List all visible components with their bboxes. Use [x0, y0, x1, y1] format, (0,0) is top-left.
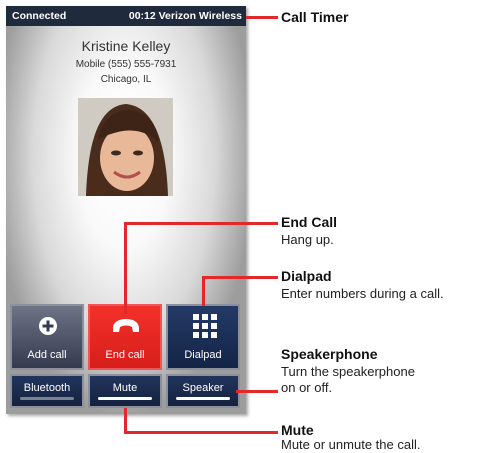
status-bar: Connected 00:12 Verizon Wireless: [6, 6, 246, 26]
add-call-label: Add call: [27, 349, 67, 361]
speaker-button[interactable]: Speaker: [166, 374, 240, 408]
bluetooth-button[interactable]: Bluetooth: [10, 374, 84, 408]
call-timer-carrier: 00:12 Verizon Wireless: [128, 10, 242, 22]
plus-icon: [39, 317, 57, 335]
dialpad-label: Dialpad: [184, 349, 222, 361]
end-call-callout-title: End Call: [281, 214, 338, 230]
caller-number: Mobile (555) 555-7931: [75, 59, 177, 70]
call-timer-callout-line: [246, 16, 278, 19]
caller-photo: [78, 98, 173, 196]
bluetooth-label: Bluetooth: [23, 382, 71, 394]
end-call-callout-desc: Hang up.: [281, 232, 334, 247]
caller-city: Chicago, IL: [100, 74, 152, 85]
hang-up-icon: [113, 319, 139, 332]
speaker-label: Speaker: [182, 382, 224, 394]
mute-label: Mute: [112, 382, 138, 394]
mute-callout-desc: Mute or unmute the call.: [281, 437, 421, 452]
mute-button[interactable]: Mute: [88, 374, 162, 408]
connection-status: Connected: [12, 10, 67, 22]
dialpad-button[interactable]: Dialpad: [166, 304, 240, 370]
speakerphone-callout-desc-line2: on or off.: [281, 380, 333, 395]
speaker-callout-line: [236, 390, 278, 393]
mute-indicator: [98, 397, 152, 400]
speakerphone-callout-desc-line1: Turn the speakerphone: [281, 364, 415, 379]
caller-name: Kristine Kelley: [81, 38, 171, 54]
dialpad-callout-title: Dialpad: [281, 268, 332, 284]
end-call-callout-line-h: [124, 222, 278, 225]
dialpad-callout-line-v: [202, 276, 205, 306]
add-call-button[interactable]: Add call: [10, 304, 84, 370]
dialpad-callout-line-h: [202, 276, 278, 279]
bluetooth-indicator: [20, 397, 74, 400]
dialpad-icon: [193, 314, 217, 338]
mute-callout-title: Mute: [281, 422, 314, 438]
phone-screen: Connected 00:12 Verizon Wireless Kristin…: [6, 6, 246, 414]
end-call-callout-line-v: [124, 222, 127, 314]
dialpad-callout-desc: Enter numbers during a call.: [281, 286, 444, 301]
mute-callout-line-h: [124, 431, 278, 434]
speakerphone-callout-title: Speakerphone: [281, 346, 378, 362]
end-call-label: End call: [105, 349, 145, 361]
speaker-indicator: [176, 397, 230, 400]
call-timer-callout-title: Call Timer: [281, 9, 349, 25]
